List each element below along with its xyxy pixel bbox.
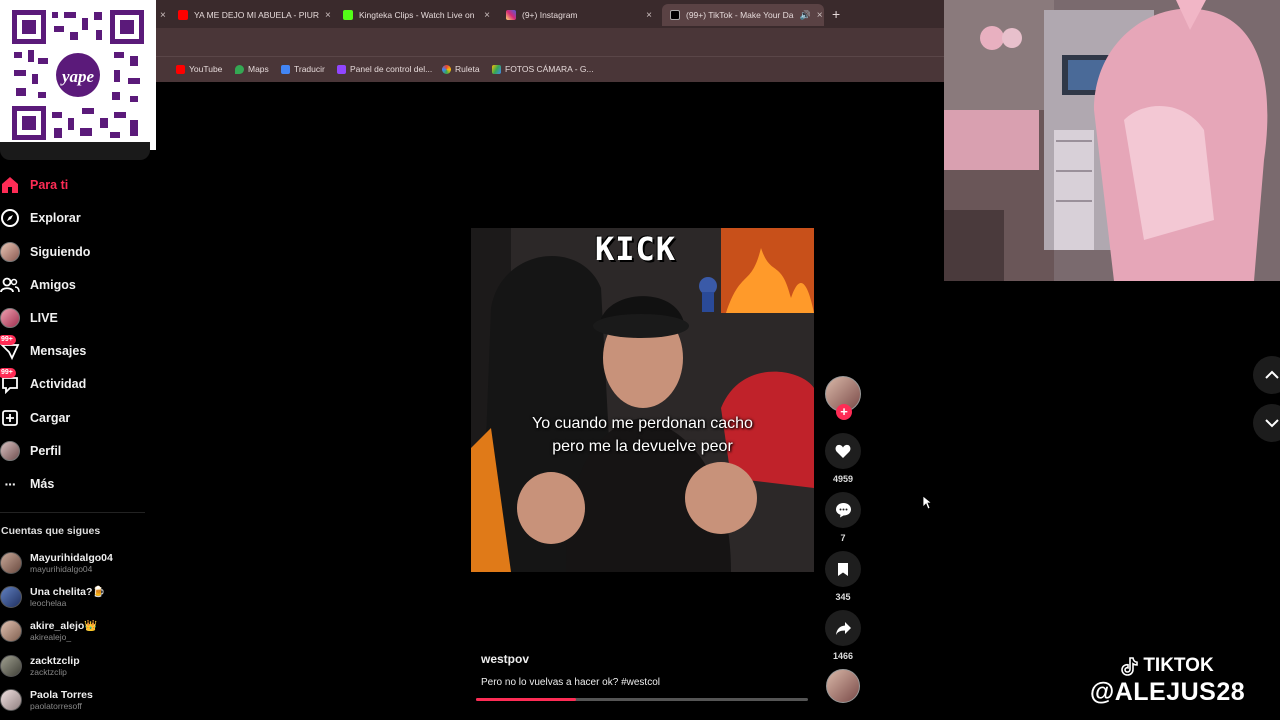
comment-icon — [835, 503, 851, 518]
new-tab-button[interactable]: + — [832, 6, 840, 22]
heart-icon — [835, 444, 851, 458]
nav-perfil[interactable]: Perfil — [0, 441, 61, 461]
avatar — [0, 689, 22, 711]
nav-amigos[interactable]: Amigos — [0, 275, 76, 295]
compass-icon — [0, 208, 20, 228]
friends-icon — [0, 275, 20, 295]
nav-mas[interactable]: ··· Más — [0, 474, 55, 494]
roulette-icon — [442, 64, 451, 74]
tiktok-icon — [1121, 656, 1139, 676]
bookmark-panel[interactable]: Panel de control del... — [337, 64, 432, 74]
bookmark-youtube[interactable]: YouTube — [176, 64, 222, 74]
following-item[interactable]: Paola Torres paolatorresoff — [0, 689, 93, 711]
nav-actividad[interactable]: 99+ Actividad — [0, 368, 86, 394]
comment-count: 7 — [840, 533, 846, 543]
tab-kick[interactable]: Kingteka Clips - Watch Live on × — [335, 4, 498, 26]
following-item[interactable]: zacktzclip zacktzclip — [0, 655, 80, 677]
maps-icon — [235, 64, 244, 74]
video-progress-bar[interactable] — [476, 698, 808, 701]
close-icon[interactable]: × — [817, 10, 823, 21]
video-player[interactable]: KICK Yo cuando me perdonan cacho pero me… — [471, 228, 814, 572]
nav-mensajes[interactable]: 99+ Mensajes — [0, 335, 86, 361]
messages-icon: 99+ — [0, 335, 20, 361]
comment-button[interactable] — [825, 492, 861, 528]
youtube-icon — [178, 10, 188, 20]
home-icon — [0, 175, 20, 195]
messages-badge: 99+ — [0, 335, 16, 345]
video-caption: Yo cuando me perdonan cacho pero me la d… — [532, 415, 753, 455]
chevron-down-icon — [1265, 419, 1279, 428]
avatar — [0, 620, 22, 642]
divider — [0, 512, 145, 513]
video-progress-fill — [476, 698, 576, 701]
bookmark-ruleta[interactable]: Ruleta — [442, 64, 480, 74]
nav-cargar[interactable]: Cargar — [0, 408, 70, 428]
nav-live[interactable]: LIVE — [0, 308, 58, 328]
share-action[interactable]: 1466 — [825, 610, 861, 661]
like-count: 4959 — [832, 474, 854, 484]
bookmark-maps[interactable]: Maps — [235, 64, 269, 74]
following-item[interactable]: Una chelita?🍺 leochelaa — [0, 586, 106, 608]
chevron-up-icon — [1265, 370, 1279, 379]
video-author[interactable]: westpov — [481, 652, 529, 666]
upload-icon — [0, 408, 20, 428]
instagram-icon — [506, 10, 516, 20]
tab-tiktok[interactable]: (99+) TikTok - Make Your Da 🔊 × — [662, 4, 824, 26]
youtube-icon — [176, 64, 185, 74]
save-count: 345 — [835, 592, 851, 602]
speaker-icon[interactable]: 🔊 — [799, 10, 810, 21]
bookmark-fotos[interactable]: FOTOS CÁMARA - G... — [492, 64, 594, 74]
nav-siguiendo[interactable]: Siguiendo — [0, 242, 90, 262]
translate-icon — [281, 64, 290, 74]
music-disc-avatar[interactable] — [826, 669, 860, 703]
tiktok-icon — [670, 10, 680, 20]
following-item[interactable]: Mayurihidalgo04 mayurihidalgo04 — [0, 552, 113, 574]
avatar-icon — [0, 308, 20, 328]
video-description: Pero no lo vuelvas a hacer ok? #westcol — [481, 677, 660, 688]
save-button[interactable] — [825, 551, 861, 587]
avatar — [0, 552, 22, 574]
activity-badge: 99+ — [0, 368, 16, 378]
stream-watermark: TIKTOK @ALEJUS28 — [1089, 655, 1246, 706]
video-overlay-title: KICK — [595, 230, 677, 268]
comment-action[interactable]: 7 — [825, 492, 861, 543]
close-icon[interactable]: × — [325, 10, 331, 21]
bookmark-icon — [838, 562, 848, 576]
tab-youtube[interactable]: YA ME DEJO MI ABUELA - PIUR × — [170, 4, 335, 26]
follow-button[interactable]: + — [836, 404, 852, 420]
webcam-feed — [944, 0, 1280, 281]
kick-icon — [343, 10, 353, 20]
like-button[interactable] — [825, 433, 861, 469]
like-action[interactable]: 4959 — [825, 433, 861, 484]
next-video-button[interactable] — [1253, 404, 1280, 442]
drive-icon — [492, 64, 501, 74]
cursor-icon — [922, 495, 932, 510]
avatar — [0, 586, 22, 608]
nav-explorar[interactable]: Explorar — [0, 208, 81, 228]
search-input[interactable] — [0, 142, 150, 160]
save-action[interactable]: 345 — [825, 551, 861, 602]
following-section-title: Cuentas que sigues — [1, 525, 101, 537]
qr-code: yape — [0, 0, 156, 150]
bookmark-traducir[interactable]: Traducir — [281, 64, 325, 74]
svg-text:yape: yape — [60, 67, 95, 86]
qr-code-icon: yape — [10, 8, 146, 142]
share-count: 1466 — [832, 651, 854, 661]
share-icon — [835, 621, 851, 635]
avatar — [0, 655, 22, 677]
more-icon: ··· — [4, 476, 17, 492]
close-icon[interactable]: × — [484, 10, 490, 21]
avatar-icon — [0, 242, 20, 262]
tab-instagram[interactable]: (9+) Instagram × — [498, 4, 660, 26]
close-icon[interactable]: × — [646, 10, 652, 21]
twitch-icon — [337, 64, 346, 74]
activity-icon: 99+ — [0, 368, 20, 394]
nav-para-ti[interactable]: Para ti — [0, 175, 68, 195]
following-item[interactable]: akire_alejo👑 akirealejo_ — [0, 620, 97, 642]
previous-video-button[interactable] — [1253, 356, 1280, 394]
avatar-icon — [0, 441, 20, 461]
share-button[interactable] — [825, 610, 861, 646]
